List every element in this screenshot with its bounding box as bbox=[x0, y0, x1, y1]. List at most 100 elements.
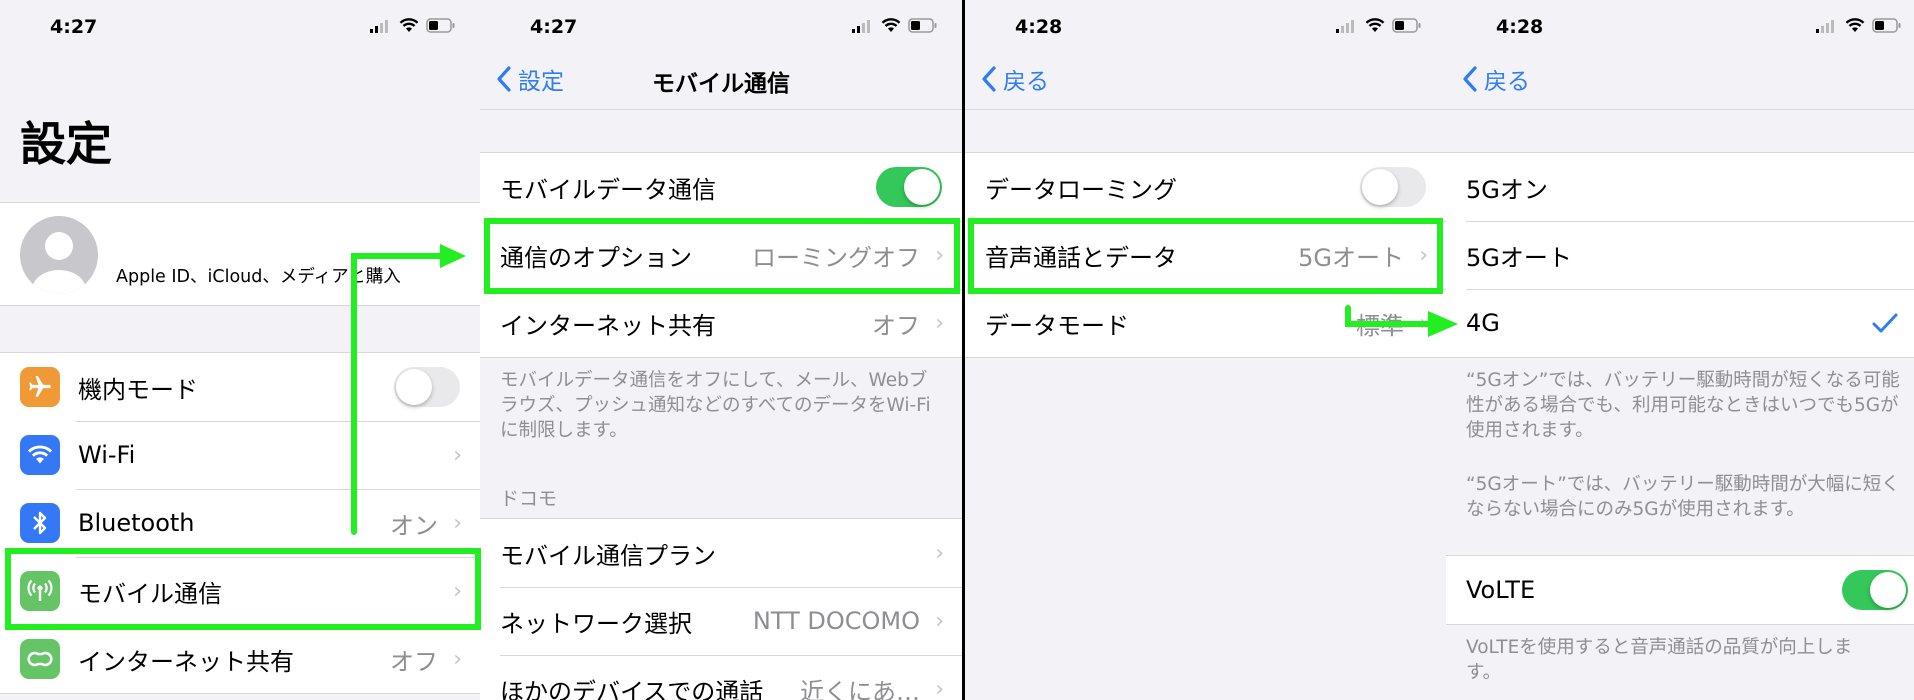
mobile-data-toggle[interactable] bbox=[876, 167, 942, 207]
page-title: モバイル通信 bbox=[652, 71, 790, 97]
mobile-data-panel: 4:27 設定 モバイル通信 モバイルデータ通信 通信のオプション ローミングオ… bbox=[480, 0, 962, 700]
back-label: 戻る bbox=[1003, 69, 1049, 95]
settings-item-label: インターネット共有 bbox=[78, 647, 294, 676]
network-options-group: 5Gオン 5Gオート 4G bbox=[1446, 152, 1914, 358]
highlight-voice-data-row bbox=[968, 218, 1443, 294]
settings-item-bluetooth[interactable]: Bluetooth オン › bbox=[0, 489, 480, 557]
row-label: モバイルデータ通信 bbox=[500, 175, 716, 204]
row-value: 近くにあ… bbox=[800, 677, 920, 700]
status-time: 4:28 bbox=[1496, 16, 1544, 38]
network-row[interactable]: ネットワーク選択 NTT DOCOMO › bbox=[480, 587, 962, 655]
avatar bbox=[20, 216, 98, 294]
checkmark-icon bbox=[1872, 313, 1898, 333]
chevron-left-icon bbox=[982, 66, 996, 92]
settings-item-value: オフ bbox=[390, 647, 438, 676]
row-label: ネットワーク選択 bbox=[500, 609, 692, 638]
person-icon bbox=[32, 232, 86, 294]
chevron-right-icon: › bbox=[453, 510, 462, 536]
settings-list: 機内モード Wi-Fi › Bluetooth オン › モバイル通信 › イン… bbox=[0, 352, 480, 694]
chevron-right-icon: › bbox=[935, 676, 944, 700]
status-time: 4:27 bbox=[530, 16, 578, 38]
volte-toggle[interactable] bbox=[1842, 570, 1908, 610]
back-button[interactable]: 戻る bbox=[1462, 62, 1530, 96]
hotspot-row[interactable]: インターネット共有 オフ › bbox=[480, 289, 962, 357]
option-label: 4G bbox=[1466, 309, 1500, 337]
wifi-status-icon bbox=[881, 18, 901, 32]
airplane-icon bbox=[20, 367, 60, 407]
plan-row[interactable]: モバイル通信プラン › bbox=[480, 519, 962, 587]
volte-footnote: VoLTEを使用すると音声通話の品質が向上します。 bbox=[1466, 637, 1853, 683]
5g-on-footnote: “5Gオン”では、バッテリー駆動時間が短くなる可能性がある場合でも、利用可能なと… bbox=[1466, 370, 1900, 441]
airplane-toggle[interactable] bbox=[394, 367, 460, 407]
voice-data-panel: 4:28 戻る 5Gオン 5Gオート 4G “5Gオン”では、バッテリー駆動時間… bbox=[1446, 0, 1914, 700]
chevron-right-icon: › bbox=[935, 310, 944, 336]
carrier-section-header: ドコモ bbox=[500, 488, 558, 510]
option-label: 5Gオン bbox=[1466, 175, 1548, 204]
nav-bar: 戻る bbox=[1446, 52, 1914, 110]
chevron-right-icon: › bbox=[935, 608, 944, 634]
wifi-status-icon bbox=[1365, 18, 1385, 32]
back-label: 戻る bbox=[1484, 69, 1530, 95]
5g-auto-footnote: “5Gオート”では、バッテリー駆動時間が大幅に短くならない場合にのみ5Gが使用さ… bbox=[1466, 474, 1900, 520]
row-label: データモード bbox=[985, 311, 1129, 340]
chevron-right-icon: › bbox=[1419, 310, 1428, 336]
row-value: オフ bbox=[872, 311, 920, 340]
row-label: ほかのデバイスでの通話 bbox=[500, 677, 764, 700]
battery-icon bbox=[1872, 18, 1901, 33]
nav-bar: 戻る bbox=[965, 52, 1446, 110]
row-value: NTT DOCOMO bbox=[752, 607, 920, 635]
bluetooth-icon bbox=[20, 503, 60, 543]
option-4g[interactable]: 4G bbox=[1446, 289, 1914, 357]
roaming-row[interactable]: データローミング bbox=[965, 153, 1446, 221]
wifi-icon bbox=[20, 435, 60, 475]
highlight-options-row bbox=[484, 218, 960, 294]
hotspot-icon bbox=[20, 639, 60, 679]
wifi-status-icon bbox=[399, 18, 419, 32]
data-mode-row[interactable]: データモード 標準 › bbox=[965, 289, 1446, 357]
mobile-data-footnote: モバイルデータ通信をオフにして、メール、Webブラウズ、プッシュ通知などのすべて… bbox=[500, 370, 931, 441]
row-label: インターネット共有 bbox=[500, 311, 716, 340]
cellular-signal-icon bbox=[1336, 19, 1354, 33]
settings-item-label: Wi-Fi bbox=[78, 441, 136, 469]
chevron-left-icon bbox=[1463, 66, 1477, 92]
profile-card[interactable]: Apple ID、iCloud、メディアと購入 bbox=[0, 202, 480, 306]
row-label: データローミング bbox=[985, 175, 1177, 204]
mobile-data-row[interactable]: モバイルデータ通信 bbox=[480, 153, 962, 221]
settings-item-label: Bluetooth bbox=[78, 509, 195, 537]
option-label: 5Gオート bbox=[1466, 243, 1572, 272]
settings-item-hotspot[interactable]: インターネット共有 オフ › bbox=[0, 625, 480, 693]
battery-icon bbox=[908, 18, 937, 33]
chevron-right-icon: › bbox=[453, 442, 462, 468]
status-time: 4:28 bbox=[1015, 16, 1063, 38]
battery-icon bbox=[426, 18, 455, 33]
carrier-group: モバイル通信プラン › ネットワーク選択 NTT DOCOMO › ほかのデバイ… bbox=[480, 518, 962, 700]
chevron-right-icon: › bbox=[453, 646, 462, 672]
page-title: 設定 bbox=[20, 117, 112, 171]
volte-group: VoLTE bbox=[1446, 555, 1914, 625]
cellular-signal-icon bbox=[370, 19, 388, 33]
profile-label: Apple ID、iCloud、メディアと購入 bbox=[116, 267, 401, 287]
status-bar: 4:28 bbox=[965, 0, 1446, 52]
nav-bar: 設定 モバイル通信 bbox=[480, 52, 962, 110]
status-bar: 4:27 bbox=[0, 0, 480, 52]
highlight-mobile-item bbox=[5, 548, 481, 630]
option-5g-on[interactable]: 5Gオン bbox=[1446, 153, 1914, 221]
option-5g-auto[interactable]: 5Gオート bbox=[1446, 221, 1914, 289]
chevron-right-icon: › bbox=[935, 540, 944, 566]
row-label: VoLTE bbox=[1466, 576, 1536, 604]
settings-item-label: 機内モード bbox=[78, 375, 198, 404]
status-bar: 4:27 bbox=[480, 0, 962, 52]
options-panel: 4:28 戻る データローミング 音声通話とデータ 5Gオート › データモード… bbox=[965, 0, 1446, 700]
volte-row[interactable]: VoLTE bbox=[1446, 556, 1914, 624]
battery-icon bbox=[1392, 18, 1421, 33]
row-value: 標準 bbox=[1356, 311, 1404, 340]
row-label: モバイル通信プラン bbox=[500, 541, 716, 570]
settings-item-airplane[interactable]: 機内モード bbox=[0, 353, 480, 421]
other-devices-row[interactable]: ほかのデバイスでの通話 近くにあ… › bbox=[480, 655, 962, 700]
cellular-signal-icon bbox=[852, 19, 870, 33]
wifi-status-icon bbox=[1845, 18, 1865, 32]
back-button[interactable]: 戻る bbox=[981, 62, 1049, 96]
status-bar: 4:28 bbox=[1446, 0, 1914, 52]
roaming-toggle[interactable] bbox=[1360, 167, 1426, 207]
settings-item-wifi[interactable]: Wi-Fi › bbox=[0, 421, 480, 489]
